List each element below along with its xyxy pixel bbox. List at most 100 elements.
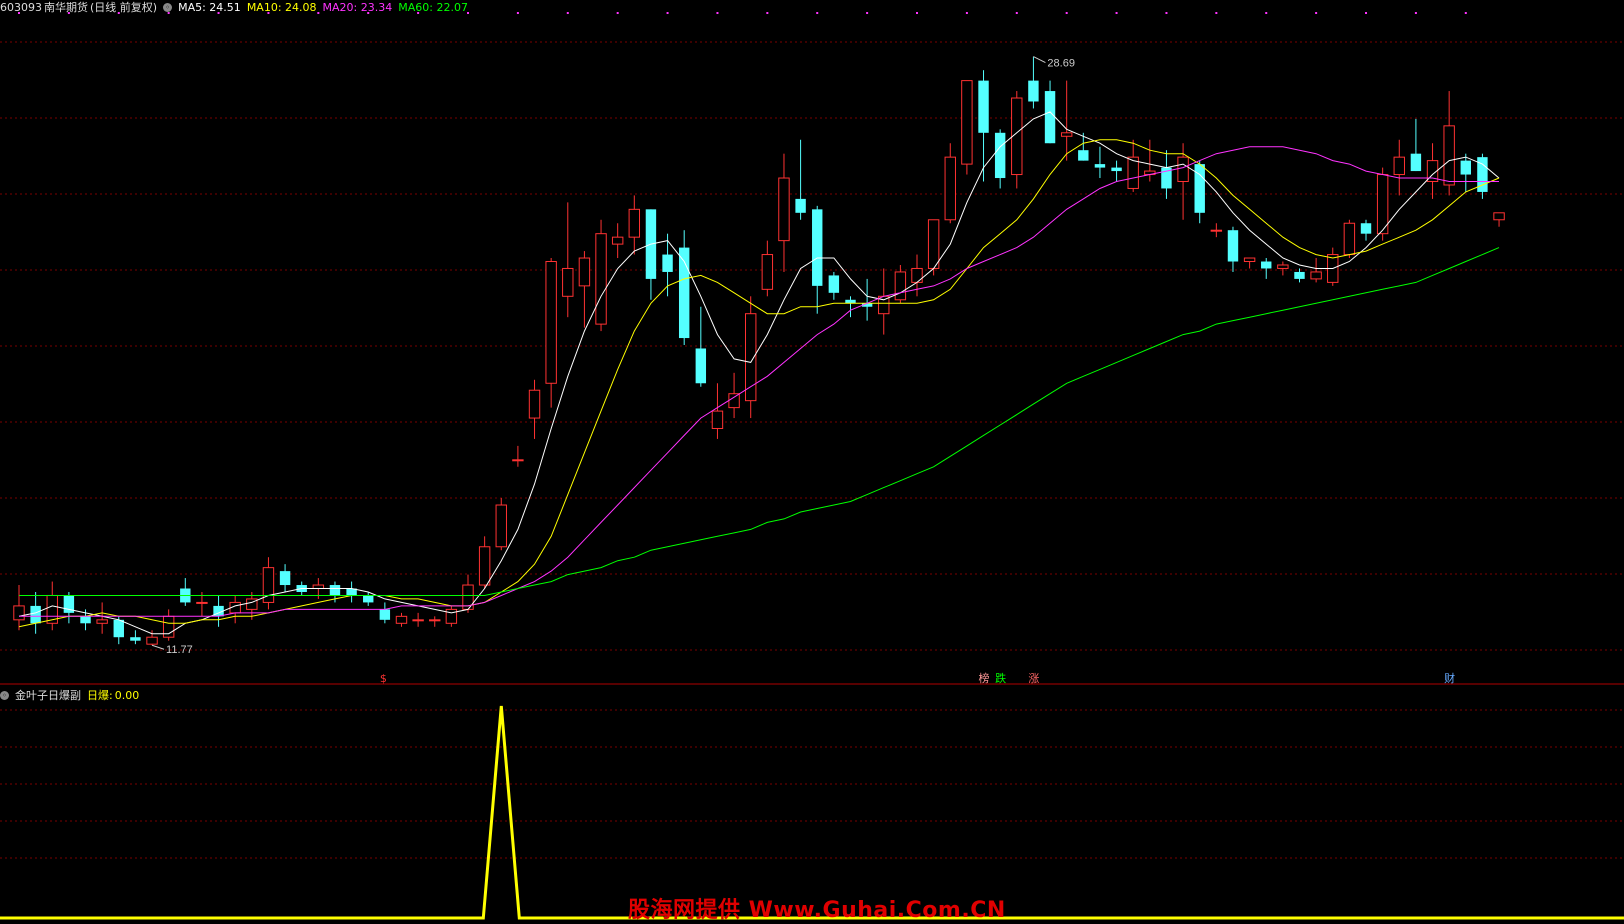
candle-body-up (894, 271, 907, 301)
candle-body-up (1243, 257, 1256, 263)
candle-body-up (1343, 222, 1356, 256)
candle-body-up (1393, 156, 1405, 176)
candle-body-down (1261, 261, 1272, 269)
top-dot-marker (916, 12, 919, 14)
candle-body-down (845, 299, 856, 304)
candle-body-up (911, 267, 923, 283)
top-dot-marker (866, 12, 869, 14)
candle-body-up (512, 459, 524, 462)
candle-body-up (545, 261, 557, 384)
candlestick-chart[interactable]: 28.69 11.77 $ 榜跌 涨 财 (0, 0, 1624, 686)
candle-body-up (628, 208, 641, 238)
candle-body-down (795, 198, 806, 213)
candle-body-down (30, 605, 41, 624)
event-marker: 涨 (1028, 672, 1039, 685)
candle-body-up (778, 177, 790, 242)
candle-body-up (761, 254, 774, 290)
top-dot-marker (1215, 12, 1218, 14)
ma20-line (19, 146, 1499, 617)
indicator-panel[interactable]: ◦ 金叶子日爆副 日爆: 0.00 (0, 686, 1624, 923)
candle-body-up (1177, 156, 1189, 183)
candle-body-up (927, 219, 940, 269)
candle-body-down (828, 275, 840, 293)
top-dot-marker (1315, 12, 1318, 14)
stock-code: 603093 (0, 0, 42, 14)
ma-legend-item: MA5: 24.51 (178, 0, 241, 14)
candle-body-up (961, 80, 973, 165)
main-chart-panel[interactable]: 28.69 11.77 $ 榜跌 涨 财 603093 南华期货 (日线 前复权) ◦ M… (0, 0, 1624, 686)
event-marker: 跌 (995, 671, 1006, 685)
top-dot-marker (716, 12, 719, 14)
high-pointer (1033, 56, 1046, 64)
top-dot-marker (816, 12, 819, 14)
candle-body-up (495, 504, 507, 548)
candle-body-up (728, 393, 740, 409)
indicator-chart[interactable] (0, 686, 1624, 923)
candle-body-down (80, 616, 91, 624)
candle-body-up (312, 584, 325, 590)
candle-body-down (662, 254, 673, 272)
high-price-label: 28.69 (1047, 58, 1075, 70)
candle-body-down (363, 595, 374, 603)
candle-body-up (1277, 264, 1289, 269)
stock-name: 南华期货 (44, 0, 88, 14)
top-dot-marker (666, 12, 669, 14)
candle-body-up (944, 156, 956, 221)
candle-body-up (1210, 229, 1223, 232)
event-marker: 榜 (979, 671, 990, 685)
candle-body-up (429, 619, 441, 622)
top-dot-marker (1464, 12, 1467, 14)
candle-body-down (1294, 271, 1305, 279)
settings-circle-icon[interactable]: ◦ (0, 690, 9, 700)
candle-body-down (1028, 80, 1039, 102)
candle-body-up (1493, 212, 1505, 221)
top-dot-marker (616, 12, 619, 14)
top-dot-marker (1265, 12, 1268, 14)
main-header: 603093 南华期货 (日线 前复权) ◦ MA5: 24.51 MA10: 2… (0, 0, 468, 14)
candle-body-up (562, 267, 574, 297)
candle-body-down (329, 585, 341, 596)
top-dot-marker (1015, 12, 1018, 14)
event-marker: 财 (1444, 671, 1455, 685)
candle-body-down (1410, 153, 1422, 172)
candle-body-up (595, 233, 607, 325)
ma-legend-item: MA20: 23.34 (322, 0, 393, 14)
signal-line (0, 705, 1624, 920)
ma5-line (18, 111, 1500, 635)
candle-body-down (1194, 164, 1205, 213)
top-dot-marker (1365, 12, 1368, 14)
candle-body-down (1078, 150, 1089, 161)
low-price-label: 11.77 (166, 644, 193, 656)
candle-body-down (994, 132, 1006, 179)
ma-legend: MA5: 24.51 MA10: 24.08 MA20: 23.34 MA60: 22… (178, 1, 468, 14)
candle-body-up (196, 601, 208, 604)
candle-body-down (812, 209, 823, 286)
ma-legend-item: MA10: 24.08 (246, 0, 317, 14)
candle-body-down (1111, 167, 1122, 172)
candle-body-up (478, 546, 491, 586)
candle-body-up (445, 608, 458, 624)
candle-body-up (528, 389, 541, 419)
candle-body-down (1094, 164, 1106, 168)
indicator-title: 金叶子日爆副 (15, 688, 81, 702)
candle-body-up (395, 615, 408, 624)
candle-body-up (146, 636, 158, 645)
candle-body-down (379, 609, 391, 620)
candle-body-up (1060, 132, 1073, 137)
top-dot-marker (1065, 12, 1068, 14)
top-dot-marker (766, 12, 769, 14)
top-dot-marker (965, 12, 968, 14)
event-marker: $ (380, 672, 387, 685)
ma-legend-item: MA60: 22.07 (398, 0, 468, 14)
candle-body-down (1360, 223, 1372, 234)
indicator-value: 0.00 (114, 688, 140, 702)
indicator-header: ◦ 金叶子日爆副 日爆: 0.00 (0, 688, 139, 702)
settings-circle-icon[interactable]: ◦ (163, 2, 173, 12)
indicator-label: 日爆: (87, 688, 113, 702)
top-dot-marker (516, 12, 519, 14)
watermark: 股海网提供 Www.Guhai.Com.CN (628, 898, 1006, 923)
candle-body-up (1443, 125, 1455, 186)
candle-body-up (1310, 271, 1322, 280)
candle-body-up (578, 257, 591, 287)
candle-body-down (1227, 230, 1239, 262)
